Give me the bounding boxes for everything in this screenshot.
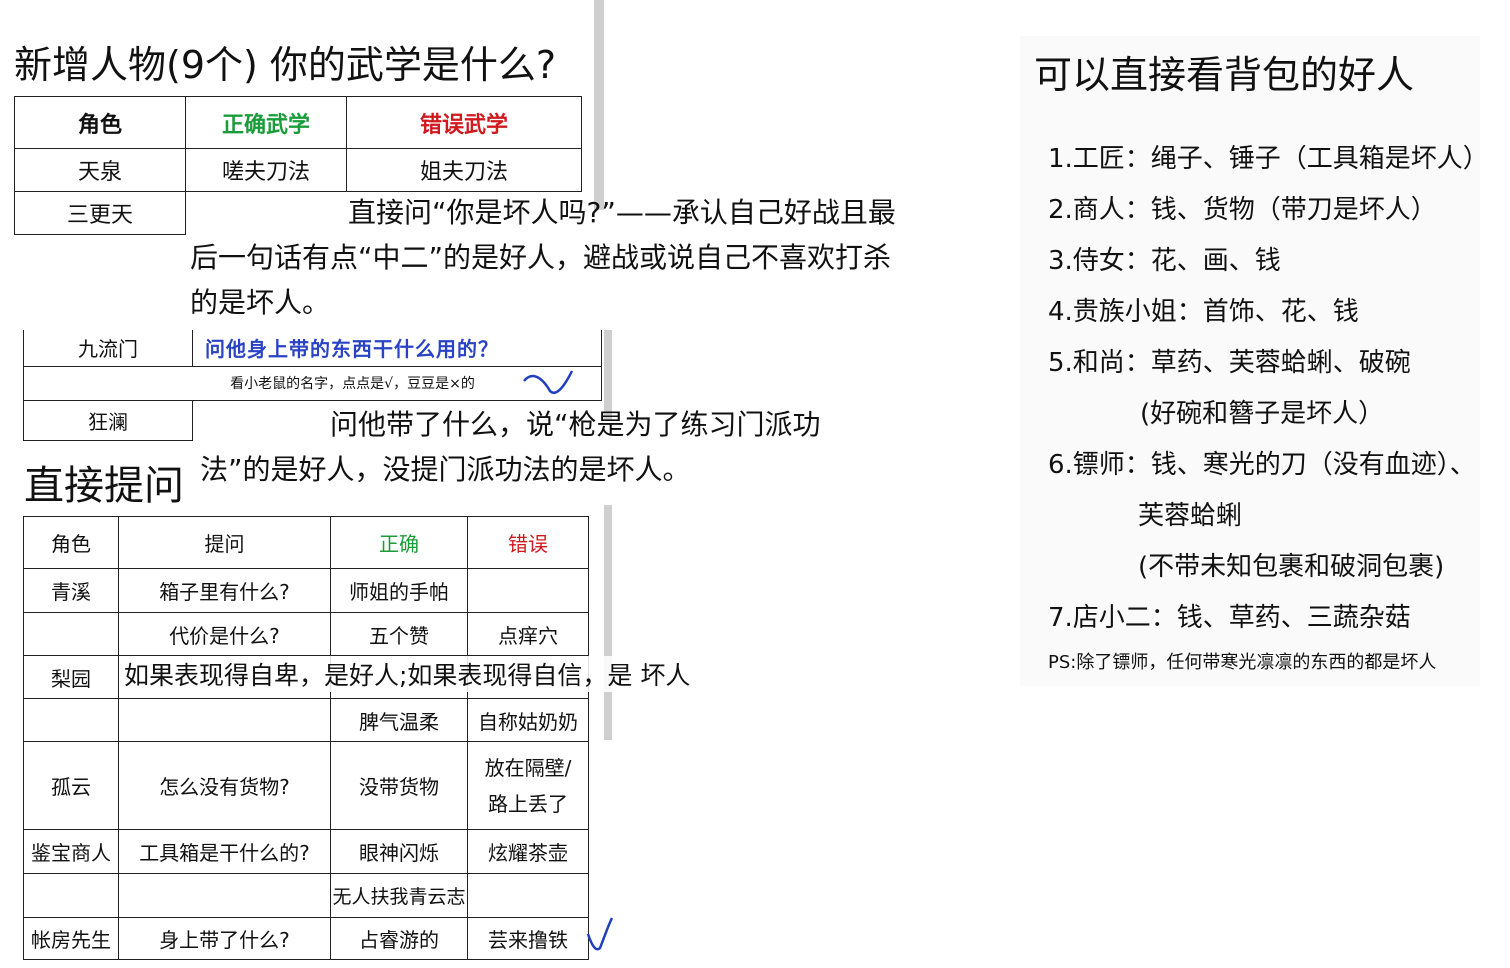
table-cell: 姐夫刀法 (346, 148, 582, 192)
table-cell: 没带货物 (330, 741, 468, 830)
table-cell: 怎么没有货物? (118, 741, 331, 830)
bag-list-item: 芙蓉蛤蜊 (1138, 501, 1243, 531)
header-question: 提问 (118, 516, 331, 569)
liyuan-note: 如果表现得自卑，是好人;如果表现得自信，是 坏人 (124, 656, 691, 692)
table-cell: 工具箱是干什么的? (118, 829, 331, 874)
header-role: 角色 (23, 516, 119, 569)
table-cell: 眼神闪烁 (330, 829, 468, 874)
table-cell: 鉴宝商人 (23, 829, 119, 874)
table-cell: 代价是什么? (118, 612, 331, 656)
table-cell: 无人扶我青云志 (330, 873, 468, 918)
table-cell: 芸来撸铁 (467, 917, 589, 960)
table-cell: 师姐的手帕 (330, 568, 468, 613)
table-cell (23, 698, 119, 742)
table-cell (118, 873, 331, 918)
header-correct: 正确 (330, 516, 468, 569)
table-cell (23, 873, 119, 918)
header-correct: 正确武学 (185, 96, 347, 149)
bag-list-item: 3.侍女：花、画、钱 (1048, 246, 1281, 276)
table-cell: 占睿游的 (330, 917, 468, 960)
table-cell: 梨园 (23, 655, 119, 699)
table-cell: 五个赞 (330, 612, 468, 656)
table-cell (467, 568, 589, 613)
check-mark-icon (523, 370, 574, 394)
header-wrong: 错误 (467, 516, 589, 569)
page-title: 新增人物(9个) 你的武学是什么? (14, 43, 557, 87)
header-wrong: 错误武学 (346, 96, 582, 149)
table-cell (467, 873, 589, 918)
section-title: 直接提问 (24, 463, 184, 509)
header-role: 角色 (14, 96, 186, 149)
table-cell (118, 698, 331, 742)
role-cell: 狂澜 (23, 399, 193, 441)
bag-list-item: 5.和尚：草药、芙蓉蛤蜊、破碗 (1048, 348, 1411, 378)
question-table: 角色 提问 正确 错误 青溪 箱子里有什么? 师姐的手帕 代价是什么? 五个赞 … (23, 516, 589, 960)
bag-list-item: 6.镖师：钱、寒光的刀（没有血迹）、 (1048, 450, 1476, 480)
table-cell: 脾气温柔 (330, 698, 468, 742)
table-cell: 炫耀茶壶 (467, 829, 589, 874)
bag-list-item: 1.工匠：绳子、锤子（工具箱是坏人） (1048, 144, 1489, 174)
kuanglan-note: 问他带了什么，说“枪是为了练习门派功法”的是好人，没提门派功法的是坏人。 (200, 408, 821, 486)
sangengtian-note: 直接问“你是坏人吗?”——承认自己好战且最后一句话有点“中二”的是好人，避战或说… (190, 196, 896, 319)
table-cell: 自称姑奶奶 (467, 698, 589, 742)
table-cell: 点痒穴 (467, 612, 589, 656)
table-cell: 放在隔壁/路上丢了 (467, 741, 589, 830)
bag-list-item: 7.店小二：钱、草药、三蔬杂菇 (1048, 603, 1411, 633)
divider-bar (604, 505, 612, 740)
table-cell: 帐房先生 (23, 917, 119, 960)
question-cell: 问他身上带的东西干什么用的？ (192, 330, 602, 367)
table-cell: 三更天 (14, 191, 186, 235)
role-cell: 九流门 (23, 330, 193, 367)
table-cell: 天泉 (14, 148, 186, 192)
divider-bar (594, 0, 604, 210)
bag-list-item: (不带未知包裹和破洞包裹) (1138, 552, 1445, 582)
table-cell: 孤云 (23, 741, 119, 830)
check-mark-icon (586, 917, 614, 951)
table-cell: 青溪 (23, 568, 119, 613)
table-cell: 箱子里有什么? (118, 568, 331, 613)
bag-list-item: (好碗和簪子是坏人） (1140, 399, 1385, 429)
hint-cell: 看小老鼠的名字，点点是√，豆豆是×的 (23, 365, 602, 401)
table-cell: 身上带了什么? (118, 917, 331, 960)
table-cell: 嗟夫刀法 (185, 148, 347, 192)
bag-list-item: 2.商人：钱、货物（带刀是坏人） (1048, 195, 1437, 225)
right-title: 可以直接看背包的好人 (1034, 53, 1415, 97)
bag-list-item: 4.贵族小姐：首饰、花、钱 (1048, 297, 1359, 327)
ps-note: PS:除了镖师，任何带寒光凛凛的东西的都是坏人 (1048, 652, 1437, 673)
table-cell (23, 612, 119, 656)
